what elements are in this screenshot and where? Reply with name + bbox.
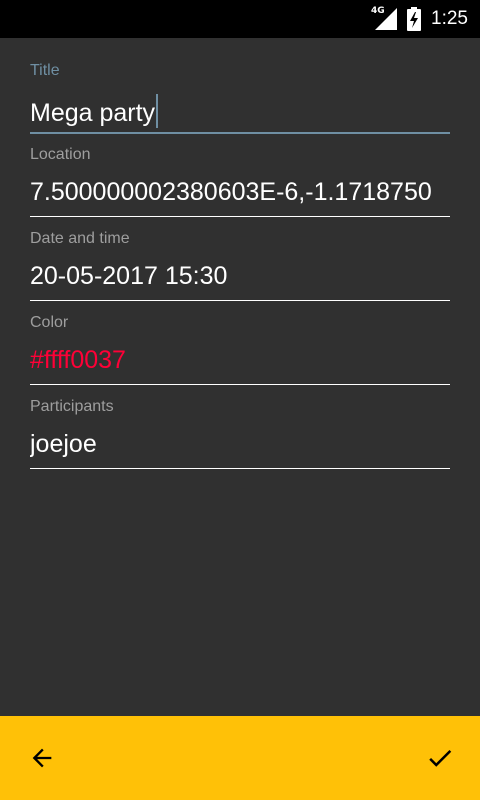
color-input[interactable]: #ffff0037	[30, 346, 450, 375]
event-form: Title Mega party Location 7.500000002380…	[30, 56, 450, 476]
title-input[interactable]: Mega party	[30, 94, 450, 128]
status-icons: 4G 1:25	[371, 0, 468, 38]
text-caret	[156, 94, 159, 128]
color-underline	[30, 384, 450, 385]
arrow-back-icon	[32, 748, 52, 768]
participants-input[interactable]: joejoe	[30, 430, 450, 459]
participants-field[interactable]: Participants joejoe	[30, 392, 450, 476]
date-time-label: Date and time	[30, 230, 130, 247]
date-time-underline	[30, 300, 450, 301]
confirm-button[interactable]	[420, 738, 460, 778]
status-bar: 4G 1:25	[0, 0, 480, 38]
bottom-action-bar	[0, 716, 480, 800]
location-underline	[30, 216, 450, 217]
location-label: Location	[30, 146, 91, 163]
location-input[interactable]: 7.500000002380603E-6,-1.1718750	[30, 178, 450, 207]
battery-charging-icon	[407, 7, 422, 31]
title-underline	[30, 132, 450, 134]
network-type-label: 4G	[371, 6, 385, 16]
color-field[interactable]: Color #ffff0037	[30, 308, 450, 392]
participants-underline	[30, 468, 450, 469]
title-label: Title	[30, 62, 60, 79]
location-field[interactable]: Location 7.500000002380603E-6,-1.1718750	[30, 140, 450, 224]
date-time-field[interactable]: Date and time 20-05-2017 15:30	[30, 224, 450, 308]
status-time: 1:25	[431, 8, 468, 29]
date-time-input[interactable]: 20-05-2017 15:30	[30, 262, 450, 291]
back-button[interactable]	[22, 738, 62, 778]
color-label: Color	[30, 314, 69, 331]
title-field[interactable]: Title Mega party	[30, 56, 450, 140]
participants-label: Participants	[30, 398, 114, 415]
signal-icon: 4G	[371, 6, 398, 30]
title-value: Mega party	[30, 99, 156, 127]
check-icon	[429, 749, 452, 767]
